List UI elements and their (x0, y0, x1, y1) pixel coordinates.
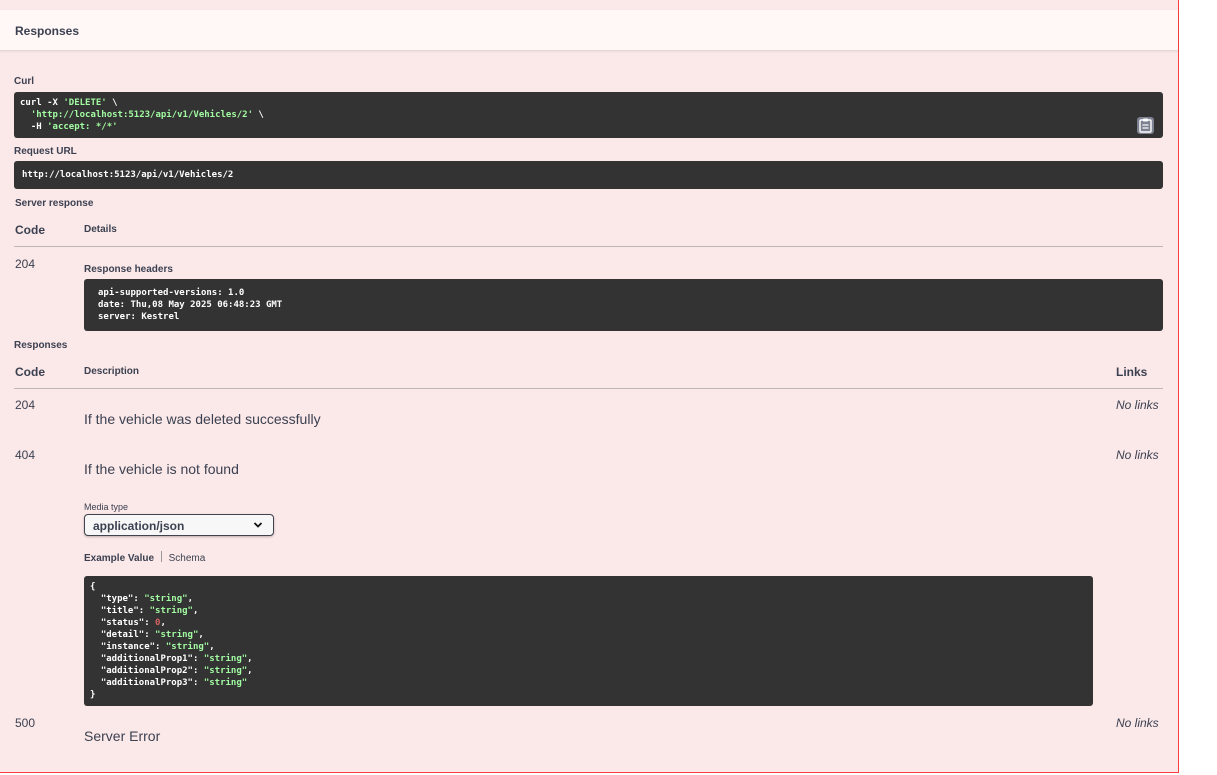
json-key: "detail" (100, 630, 145, 640)
responses-header-title: Responses (15, 24, 80, 38)
response-headers-label: Response headers (84, 264, 173, 275)
json-value: "string" (203, 666, 248, 676)
response-headers-block[interactable]: api-supported-versions: 1.0 date: Thu,08… (84, 279, 1163, 331)
example-value-block[interactable]: { "type": "string", "title": "string", "… (84, 576, 1093, 706)
request-url-label: Request URL (14, 146, 77, 157)
json-key: "instance" (100, 642, 156, 652)
copy-to-clipboard-button[interactable] (1137, 117, 1154, 134)
request-url-value[interactable]: http://localhost:5123/api/v1/Vehicles/2 (14, 161, 1163, 189)
responses-code-header: Code (15, 365, 45, 379)
chevron-down-icon (253, 522, 263, 528)
json-key: "additionalProp2" (100, 666, 193, 676)
responses-description-header: Description (84, 366, 140, 377)
curl-flag: -H (30, 122, 48, 132)
divider (14, 246, 1163, 247)
json-key: "type" (100, 594, 134, 604)
json-key: "status" (100, 618, 145, 628)
response-header-line: date: Thu,08 May 2025 06:48:23 GMT (98, 300, 283, 310)
curl-method: 'DELETE' (63, 98, 107, 108)
media-type-label: Media type (84, 502, 129, 512)
curl-cmd: curl -X (20, 98, 64, 108)
json-value: "string" (144, 594, 188, 604)
json-value: "string" (149, 606, 193, 616)
json-key: "additionalProp3" (100, 678, 193, 688)
operation-block: Responses Curl curl -X 'DELETE' \ 'http:… (0, 0, 1179, 773)
json-key: "additionalProp1" (100, 654, 193, 664)
example-value-tab[interactable]: Example Value (84, 553, 154, 564)
clipboard-icon (1139, 118, 1152, 133)
response-description: If the vehicle was deleted successfully (84, 411, 321, 427)
responses-header: Responses (0, 10, 1178, 51)
curl-line2-tail: \ (253, 110, 264, 120)
curl-url: 'http://localhost:5123/api/v1/Vehicles/2… (30, 110, 254, 120)
response-links: No links (1116, 398, 1159, 412)
response-code-500: 500 (15, 716, 36, 730)
response-code-404: 404 (15, 448, 36, 462)
responses-links-header: Links (1116, 365, 1148, 379)
server-response-code: 204 (15, 257, 36, 271)
curl-line1-tail: \ (106, 98, 118, 108)
server-response-details-header: Details (84, 224, 117, 235)
json-value: 0 (155, 618, 161, 628)
json-close-brace: } (90, 690, 96, 700)
response-code-204: 204 (15, 398, 36, 412)
response-header-line: server: Kestrel (98, 312, 180, 322)
json-value: "string" (203, 678, 248, 688)
response-header-line: api-supported-versions: 1.0 (98, 288, 245, 298)
response-links: No links (1116, 448, 1159, 462)
example-tabs: Example Value Schema (84, 551, 205, 564)
media-type-value: application/json (93, 519, 185, 533)
divider (14, 388, 1163, 389)
response-description: Server Error (84, 728, 161, 744)
json-value: "string" (203, 654, 248, 664)
curl-label: Curl (14, 76, 34, 87)
schema-tab[interactable]: Schema (169, 553, 206, 564)
response-links: No links (1116, 716, 1159, 730)
responses-label: Responses (14, 340, 68, 351)
media-type-select[interactable]: application/json (84, 514, 274, 536)
json-value: "string" (165, 642, 210, 652)
json-open-brace: { (90, 582, 96, 592)
json-key: "title" (100, 606, 139, 616)
json-value: "string" (155, 630, 199, 640)
server-response-code-header: Code (15, 223, 45, 237)
response-description: If the vehicle is not found (84, 461, 239, 477)
tab-divider (160, 551, 162, 562)
curl-code-block[interactable]: curl -X 'DELETE' \ 'http://localhost:512… (14, 92, 1163, 138)
curl-header: 'accept: */*' (47, 122, 118, 132)
server-response-label: Server response (15, 198, 94, 209)
